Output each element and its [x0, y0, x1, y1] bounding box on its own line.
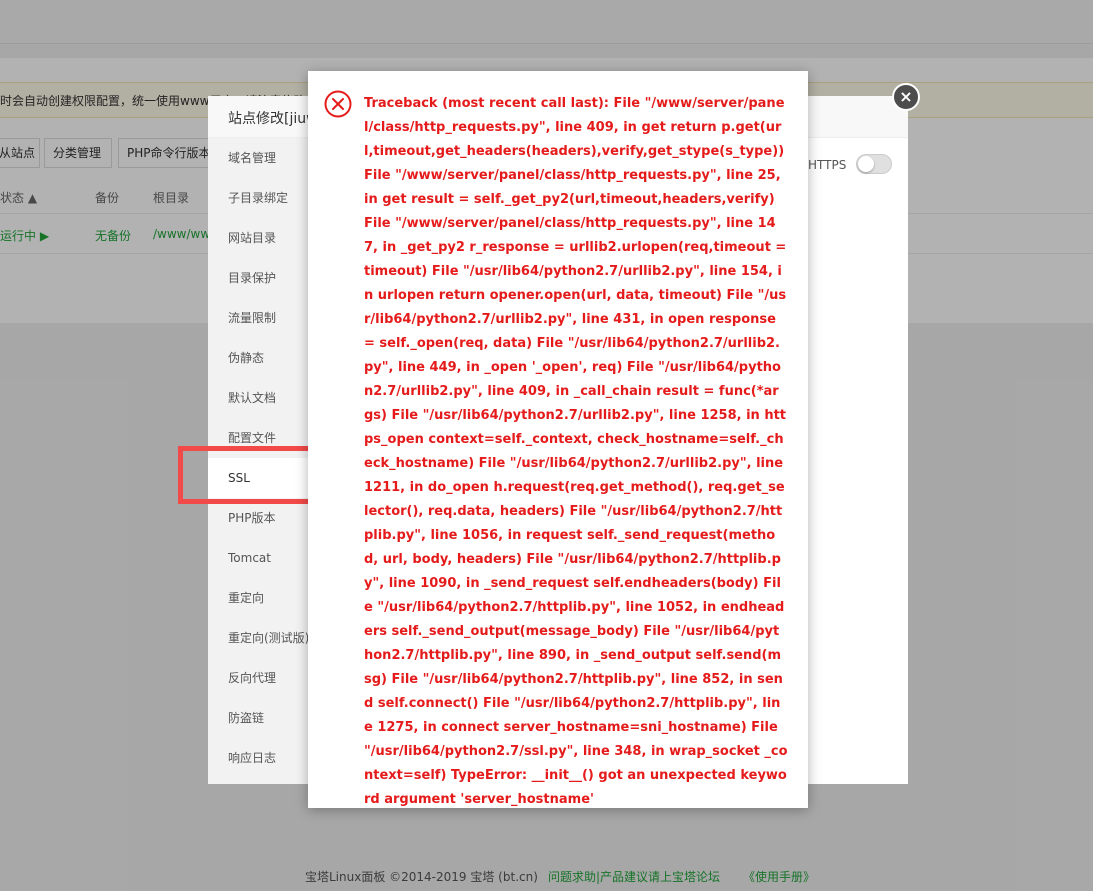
nav-tomcat[interactable]: Tomcat [208, 538, 308, 578]
error-message: Traceback (most recent call last): File … [364, 96, 788, 807]
nav-domain-manage[interactable]: 域名管理 [208, 138, 308, 178]
error-circle-x-icon [324, 90, 352, 118]
nav-dir-protect[interactable]: 目录保护 [208, 258, 308, 298]
ssl-highlight-box [178, 446, 313, 504]
error-dialog: Traceback (most recent call last): File … [308, 71, 808, 808]
nav-php-version[interactable]: PHP版本 [208, 498, 308, 538]
nav-default-doc[interactable]: 默认文档 [208, 378, 308, 418]
nav-redirect-beta[interactable]: 重定向(测试版) [208, 618, 308, 658]
nav-redirect[interactable]: 重定向 [208, 578, 308, 618]
nav-reverse-proxy[interactable]: 反向代理 [208, 658, 308, 698]
nav-site-dir[interactable]: 网站目录 [208, 218, 308, 258]
nav-subdir-bind[interactable]: 子目录绑定 [208, 178, 308, 218]
nav-rewrite[interactable]: 伪静态 [208, 338, 308, 378]
force-https-toggle[interactable] [856, 154, 892, 174]
nav-response-log[interactable]: 响应日志 [208, 738, 308, 778]
nav-hotlink-protect[interactable]: 防盗链 [208, 698, 308, 738]
force-https-label: HTTPS [808, 158, 847, 172]
close-dialog-button[interactable]: × [892, 83, 920, 111]
nav-traffic-limit[interactable]: 流量限制 [208, 298, 308, 338]
